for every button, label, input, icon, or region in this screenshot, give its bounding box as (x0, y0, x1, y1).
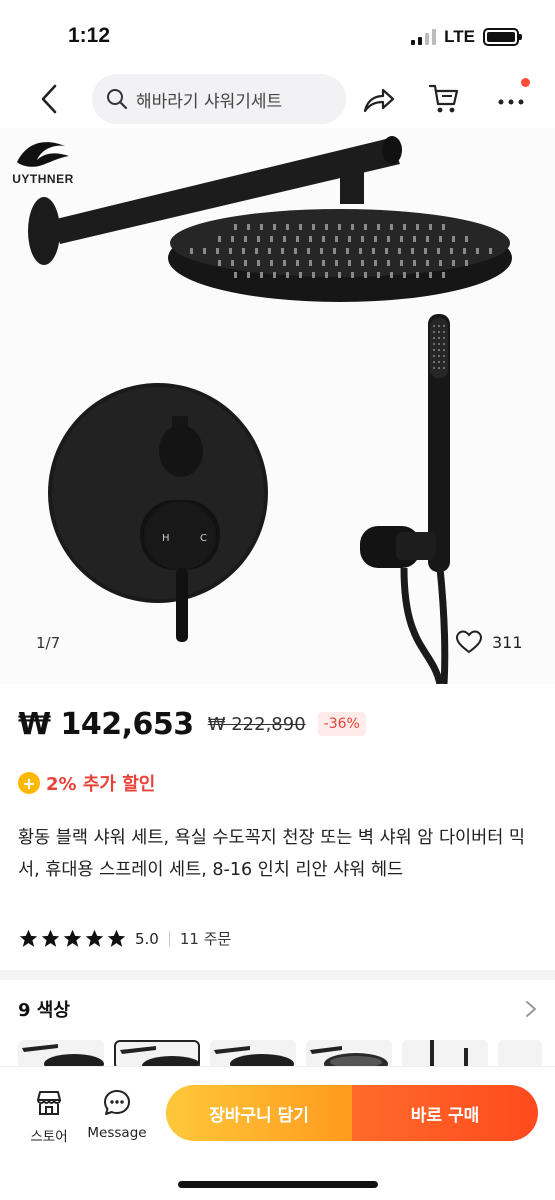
product-image[interactable]: H C UYTHNER 1/7 311 (0, 128, 555, 684)
battery-icon (483, 28, 522, 46)
signal-icon (411, 29, 437, 45)
rating-row[interactable]: 5.0 11 주문 (18, 928, 231, 949)
share-button[interactable] (362, 84, 396, 116)
rating-stars (18, 928, 127, 949)
wishlist-count: 311 (492, 632, 523, 652)
search-icon (106, 87, 130, 111)
heart-icon (456, 630, 482, 654)
discount-badge: -36% (317, 712, 366, 736)
chevron-left-icon (41, 84, 57, 114)
search-input[interactable]: 해바라기 샤워기세트 (92, 74, 346, 124)
original-price: ₩ 222,890 (207, 713, 306, 735)
image-counter: 1/7 (36, 634, 61, 652)
nav-bar: 해바라기 샤워기세트 (0, 70, 555, 128)
add-to-cart-button[interactable]: 장바구니 담기 (166, 1085, 352, 1141)
rating-value: 5.0 (135, 929, 159, 948)
cold-label: C (200, 533, 207, 544)
product-title: 황동 블랙 샤워 세트, 욕실 수도꼭지 천장 또는 벽 샤워 암 다이버터 믹… (18, 828, 526, 880)
notification-dot (521, 78, 530, 87)
price-row: ₩ 142,653 ₩ 222,890 -36% (18, 700, 366, 748)
order-count: 11 주문 (179, 930, 232, 948)
status-bar: 1:12 LTE (0, 0, 555, 70)
more-button[interactable] (494, 78, 530, 116)
status-time: 1:12 (68, 24, 111, 47)
network-label: LTE (444, 27, 475, 46)
star-icon (19, 929, 38, 947)
chevron-right-icon (526, 1001, 536, 1017)
color-selector[interactable]: 9 색상 (18, 993, 540, 1025)
brand-name: UYTHNER (12, 172, 74, 186)
store-icon (37, 1091, 61, 1115)
wave-logo-icon (17, 142, 69, 167)
current-price: ₩ 142,653 (18, 706, 194, 742)
star-icon (85, 929, 104, 947)
cart-button[interactable] (428, 82, 460, 116)
search-query: 해바라기 샤워기세트 (136, 91, 283, 112)
divider (168, 930, 170, 947)
extra-discount-text: 2% 추가 할인 (46, 774, 156, 795)
star-icon (41, 929, 60, 947)
share-icon (363, 88, 395, 113)
message-label: Message (87, 1125, 147, 1141)
more-icon (498, 99, 524, 105)
message-button[interactable]: Message (84, 1087, 150, 1141)
hot-label: H (162, 533, 170, 544)
message-icon (104, 1090, 130, 1115)
cart-icon (428, 84, 459, 113)
coin-icon: + (18, 772, 40, 794)
store-button[interactable]: 스토어 (26, 1087, 72, 1145)
star-icon (107, 929, 126, 947)
buy-now-button[interactable]: 바로 구매 (352, 1085, 538, 1141)
section-divider (0, 970, 555, 980)
wishlist-button[interactable]: 311 (456, 630, 523, 654)
brand-logo: UYTHNER (8, 136, 78, 186)
star-icon (63, 929, 82, 947)
extra-discount[interactable]: + 2% 추가 할인 (18, 770, 155, 796)
back-button[interactable] (34, 82, 64, 116)
status-indicators: LTE (411, 27, 522, 47)
home-indicator (178, 1181, 378, 1188)
color-count-label: 9 색상 (18, 1000, 70, 1021)
shower-set-image: H C (28, 136, 512, 684)
bottom-action-bar: 스토어 Message 장바구니 담기 바로 구매 (0, 1066, 555, 1200)
store-label: 스토어 (30, 1129, 68, 1145)
